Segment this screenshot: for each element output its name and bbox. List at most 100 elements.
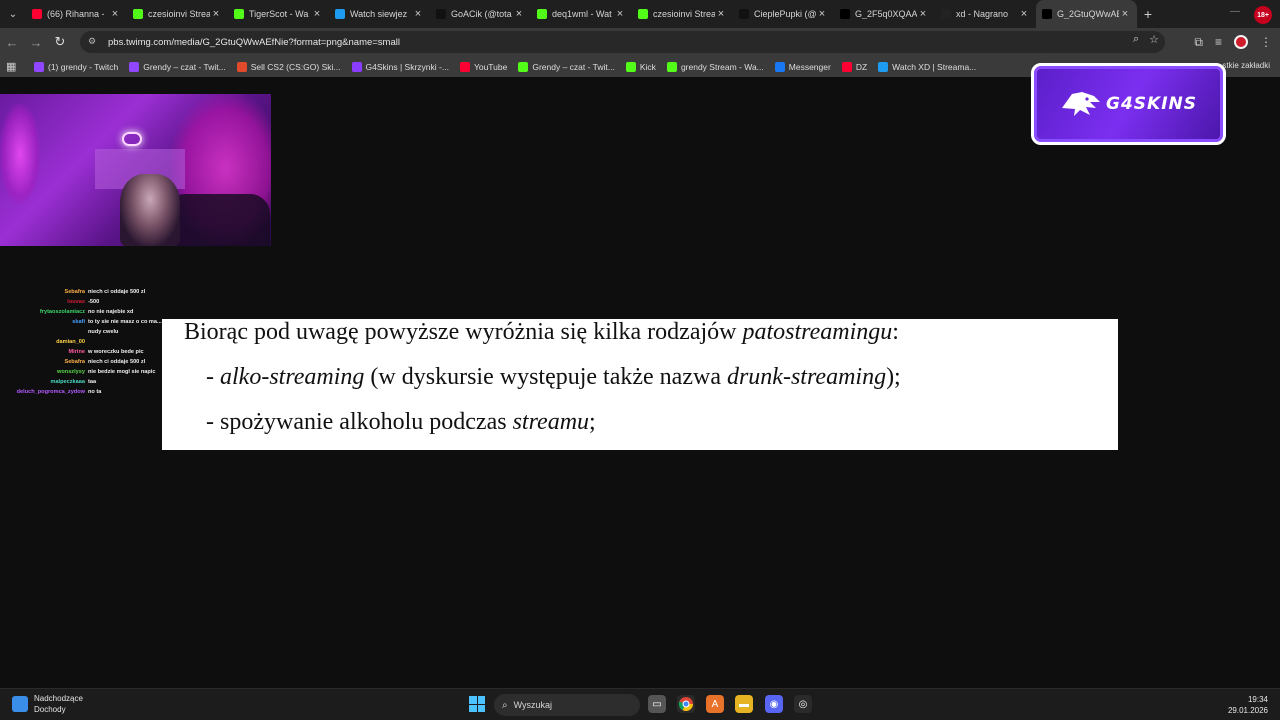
new-tab-button[interactable]: + bbox=[1137, 6, 1159, 22]
browser-tab[interactable]: TigerScot - Wa × bbox=[228, 0, 329, 28]
browser-tab[interactable]: CieplePupki (@ × bbox=[733, 0, 834, 28]
close-tab-icon[interactable]: × bbox=[412, 8, 424, 20]
chat-username: Mirine bbox=[68, 349, 85, 355]
windows-taskbar: Nadchodzące Dochody ⌕ Wyszukaj ▭ A ▬ ◉ ◎… bbox=[0, 688, 1280, 720]
bookmark-star-icon[interactable]: ☆ bbox=[1149, 33, 1159, 46]
chat-text: no nie najebie xd bbox=[88, 309, 134, 315]
tab-title: G_2F5q0XQAA bbox=[855, 9, 917, 19]
tab-title: czesioinvi Strea bbox=[148, 9, 210, 19]
arc-app-icon[interactable]: A bbox=[706, 695, 724, 713]
browser-tab[interactable]: czesioinvi Strea × bbox=[127, 0, 228, 28]
site-info-icon[interactable]: ⚙ bbox=[88, 36, 100, 48]
tab-title: deq1wml - Wat bbox=[552, 9, 612, 19]
bookmark-item[interactable]: Messenger bbox=[774, 61, 831, 72]
bookmark-label: YouTube bbox=[473, 61, 508, 72]
browser-tab[interactable]: (66) Rihanna - × bbox=[26, 0, 127, 28]
bookmark-item[interactable]: Grendy – czat - Twit... bbox=[518, 61, 615, 72]
stream-chat: Sebafra niech ci oddaje 500 zl louvas -500 f… bbox=[0, 287, 180, 397]
bookmark-item[interactable]: Kick bbox=[625, 61, 656, 72]
g4skins-icon bbox=[351, 61, 362, 72]
media-controls-icon[interactable]: ≡ bbox=[1215, 35, 1222, 49]
bookmark-list: (1) grendy - Twitch Grendy – czat - Twit.… bbox=[34, 61, 987, 72]
windows-start-icon[interactable] bbox=[469, 696, 485, 712]
bookmark-item[interactable]: YouTube bbox=[459, 61, 508, 72]
chat-text: -500 bbox=[88, 299, 100, 305]
task-view-icon[interactable]: ▭ bbox=[648, 695, 666, 713]
chrome-icon[interactable] bbox=[677, 695, 695, 713]
chat-message: Sebafra niech ci oddaje 500 zl bbox=[0, 287, 180, 297]
clock-date: 29.01.2026 bbox=[1227, 706, 1268, 715]
chat-message: nudy cwelu bbox=[0, 327, 180, 337]
close-tab-icon[interactable]: × bbox=[1018, 8, 1030, 20]
youtube-icon bbox=[459, 61, 470, 72]
watch-icon bbox=[878, 61, 889, 72]
twitch-icon bbox=[129, 61, 140, 72]
bookmark-item[interactable]: G4Skins | Skrzynki -... bbox=[351, 61, 449, 72]
tab-search-button[interactable]: ⌄ bbox=[0, 0, 26, 28]
file-explorer-icon[interactable]: ▬ bbox=[735, 695, 753, 713]
close-tab-icon[interactable]: × bbox=[816, 8, 828, 20]
menu-icon[interactable]: ⋮ bbox=[1260, 35, 1272, 49]
bookmark-item[interactable]: (1) grendy - Twitch bbox=[34, 61, 118, 72]
zoom-icon[interactable]: ⌕ bbox=[1133, 33, 1139, 46]
chat-text: taa bbox=[88, 379, 97, 385]
chat-text: to ty sie nie masz o co ma... bbox=[88, 319, 162, 325]
minimize-icon[interactable]: — bbox=[1230, 6, 1240, 17]
extensions-icon[interactable]: ⧉ bbox=[1194, 35, 1203, 50]
chat-username: malpeczkaaa bbox=[50, 379, 85, 385]
bookmark-label: Grendy – czat - Twit... bbox=[143, 61, 226, 72]
browser-tab[interactable]: G_2GtuQWwAE × bbox=[1036, 0, 1137, 28]
weather-widget[interactable]: Nadchodzące Dochody bbox=[12, 693, 83, 715]
chat-username bbox=[0, 327, 88, 337]
browser-tab[interactable]: GoACik (@tota × bbox=[430, 0, 531, 28]
browser-tab[interactable]: deq1wml - Wat × bbox=[531, 0, 632, 28]
chat-text: w woreczku bede pic bbox=[88, 349, 144, 355]
close-tab-icon[interactable]: × bbox=[311, 8, 323, 20]
facebook-icon bbox=[774, 61, 785, 72]
close-tab-icon[interactable]: × bbox=[917, 8, 929, 20]
tab-list: (66) Rihanna - × czesioinvi Strea × TigerSco… bbox=[26, 0, 1137, 28]
apps-icon[interactable]: ▦ bbox=[6, 60, 20, 73]
close-tab-icon[interactable]: × bbox=[109, 8, 121, 20]
profile-badge[interactable]: 18+ bbox=[1254, 6, 1272, 24]
all-bookmarks-link[interactable]: stkie zakładki bbox=[1222, 61, 1270, 70]
clock-time: 19:34 bbox=[1247, 695, 1268, 704]
tab-title: czesioinvi Strea bbox=[653, 9, 715, 19]
steam-icon[interactable]: ◎ bbox=[794, 695, 812, 713]
chat-username: deluch_pogromca_zydow bbox=[16, 389, 85, 395]
close-tab-icon[interactable]: × bbox=[715, 8, 727, 20]
bookmark-label: DZ bbox=[855, 61, 868, 72]
bookmark-item[interactable]: DZ bbox=[841, 61, 868, 72]
browser-tab[interactable]: xd - Nagrano × bbox=[935, 0, 1036, 28]
discord-icon[interactable]: ◉ bbox=[765, 695, 783, 713]
url-text: pbs.twimg.com/media/G_2GtuQWwAEfNie?form… bbox=[108, 36, 400, 48]
close-tab-icon[interactable]: × bbox=[1119, 8, 1131, 20]
close-tab-icon[interactable]: × bbox=[513, 8, 525, 20]
bookmark-item[interactable]: Sell CS2 (CS:GO) Ski... bbox=[236, 61, 341, 72]
close-tab-icon[interactable]: × bbox=[614, 8, 626, 20]
close-tab-icon[interactable]: × bbox=[210, 8, 222, 20]
tab-title: Watch siewjez bbox=[350, 9, 408, 19]
bookmark-item[interactable]: Grendy – czat - Twit... bbox=[129, 61, 226, 72]
tab-title: TigerScot - Wa bbox=[249, 9, 309, 19]
page-viewport: Sebafra niech ci oddaje 500 zl louvas -500 f… bbox=[0, 63, 1280, 688]
browser-tab[interactable]: Watch siewjez × bbox=[329, 0, 430, 28]
back-button[interactable]: ← bbox=[0, 30, 24, 54]
browser-tab[interactable]: G_2F5q0XQAA × bbox=[834, 0, 935, 28]
system-clock[interactable]: 19:34 29.01.2026 bbox=[1228, 694, 1268, 716]
forward-button[interactable]: → bbox=[24, 30, 48, 54]
taskbar-search[interactable]: ⌕ Wyszukaj bbox=[494, 694, 640, 716]
browser-tab[interactable]: czesioinvi Strea × bbox=[632, 0, 733, 28]
chat-username: skafi bbox=[72, 319, 85, 325]
browser-toolbar: ← → ↻ ⚙ pbs.twimg.com/media/G_2GtuQWwAEf… bbox=[0, 28, 1280, 56]
profile-avatar[interactable] bbox=[1234, 35, 1248, 49]
chat-message: deluch_pogromca_zydow no ta bbox=[0, 387, 180, 397]
news-widget-icon bbox=[12, 696, 28, 712]
bookmark-label: Sell CS2 (CS:GO) Ski... bbox=[250, 61, 341, 72]
bookmark-label: Kick bbox=[639, 61, 656, 72]
address-bar[interactable]: ⚙ pbs.twimg.com/media/G_2GtuQWwAEfNie?fo… bbox=[80, 31, 1165, 53]
youtube-icon bbox=[32, 9, 42, 19]
bookmark-item[interactable]: Watch XD | Streama... bbox=[878, 61, 976, 72]
bookmark-item[interactable]: grendy Stream - Wa... bbox=[666, 61, 764, 72]
reload-button[interactable]: ↻ bbox=[48, 30, 72, 54]
